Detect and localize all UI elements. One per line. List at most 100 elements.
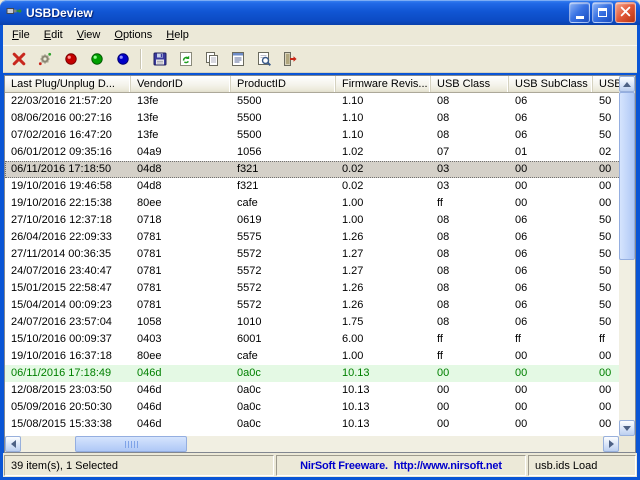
column-header[interactable]: ProductID bbox=[231, 76, 336, 92]
find-button[interactable] bbox=[251, 47, 276, 71]
table-cell: 1.10 bbox=[336, 93, 431, 110]
vertical-scrollbar[interactable] bbox=[619, 76, 635, 436]
column-header[interactable]: Last Plug/Unplug D... bbox=[5, 76, 131, 92]
properties-button[interactable] bbox=[225, 47, 250, 71]
arrow-left-icon bbox=[7, 440, 16, 448]
table-cell: 0a0c bbox=[231, 416, 336, 433]
table-row[interactable]: 19/10/2016 22:15:3880eecafe1.00ff0000 bbox=[5, 195, 619, 212]
window-title: USBDeview bbox=[26, 6, 565, 20]
blue-ball-button[interactable] bbox=[110, 47, 135, 71]
table-row[interactable]: 24/07/2016 23:57:04105810101.75080650 bbox=[5, 314, 619, 331]
menu-view[interactable]: View bbox=[70, 26, 108, 44]
table-cell: 08/06/2016 00:27:16 bbox=[5, 110, 131, 127]
red-ball-icon bbox=[63, 51, 79, 67]
table-cell: 15/01/2015 22:58:47 bbox=[5, 280, 131, 297]
table-cell: 80ee bbox=[131, 195, 231, 212]
menu-options[interactable]: Options bbox=[107, 26, 159, 44]
table-cell: 0781 bbox=[131, 246, 231, 263]
table-cell: 50 bbox=[593, 314, 619, 331]
refresh-button[interactable] bbox=[173, 47, 198, 71]
save-button[interactable] bbox=[147, 47, 172, 71]
table-row[interactable]: 19/10/2016 19:46:5804d8f3210.02030000 bbox=[5, 178, 619, 195]
uninstall-icon bbox=[11, 51, 27, 67]
table-cell: 00 bbox=[593, 178, 619, 195]
minimize-button[interactable] bbox=[569, 2, 590, 23]
table-cell: 12/08/2015 23:03:50 bbox=[5, 382, 131, 399]
close-button[interactable] bbox=[615, 2, 636, 23]
table-cell: 13fe bbox=[131, 127, 231, 144]
table-cell: 05/09/2016 20:50:30 bbox=[5, 399, 131, 416]
menu-help[interactable]: Help bbox=[159, 26, 196, 44]
disable-enable-button[interactable] bbox=[32, 47, 57, 71]
table-cell: 27/11/2014 00:36:35 bbox=[5, 246, 131, 263]
table-row[interactable]: 07/02/2016 16:47:2013fe55001.10080650 bbox=[5, 127, 619, 144]
nirsoft-link[interactable]: NirSoft Freeware. http://www.nirsoft.net bbox=[300, 460, 502, 472]
scroll-right-button[interactable] bbox=[603, 436, 619, 452]
table-row[interactable]: 26/04/2016 22:09:33078155751.26080650 bbox=[5, 229, 619, 246]
table-cell: 10.13 bbox=[336, 416, 431, 433]
column-header[interactable]: USB SubClass bbox=[509, 76, 593, 92]
table-cell: 08 bbox=[431, 212, 509, 229]
green-ball-button[interactable] bbox=[84, 47, 109, 71]
minimize-icon bbox=[576, 16, 584, 19]
table-cell: 046d bbox=[131, 399, 231, 416]
table-cell: 046d bbox=[131, 416, 231, 433]
table-cell: 0.02 bbox=[336, 161, 431, 178]
table-row[interactable]: 06/11/2016 17:18:49046d0a0c10.13000000 bbox=[5, 365, 619, 382]
table-cell: 03 bbox=[431, 178, 509, 195]
vertical-scroll-thumb[interactable] bbox=[619, 92, 635, 260]
table-row[interactable]: 08/06/2016 00:27:1613fe55001.10080650 bbox=[5, 110, 619, 127]
table-row[interactable]: 15/01/2015 22:58:47078155721.26080650 bbox=[5, 280, 619, 297]
table-cell: 00 bbox=[593, 365, 619, 382]
table-cell: 50 bbox=[593, 127, 619, 144]
table-row[interactable]: 15/04/2014 00:09:23078155721.26080650 bbox=[5, 297, 619, 314]
arrow-up-icon bbox=[623, 78, 631, 87]
copy-button[interactable] bbox=[199, 47, 224, 71]
column-header[interactable]: Firmware Revis... bbox=[336, 76, 431, 92]
column-header[interactable]: VendorID bbox=[131, 76, 231, 92]
window-controls bbox=[569, 2, 636, 23]
table-cell: 06/01/2012 09:35:16 bbox=[5, 144, 131, 161]
table-row[interactable]: 27/11/2014 00:36:35078155721.27080650 bbox=[5, 246, 619, 263]
table-row[interactable]: 15/10/2016 00:09:37040360016.00ffffff bbox=[5, 331, 619, 348]
status-nirsoft-panel: NirSoft Freeware. http://www.nirsoft.net bbox=[276, 455, 526, 476]
table-cell: cafe bbox=[231, 195, 336, 212]
table-row[interactable]: 05/09/2016 20:50:30046d0a0c10.13000000 bbox=[5, 399, 619, 416]
table-row[interactable]: 15/08/2015 15:33:38046d0a0c10.13000000 bbox=[5, 416, 619, 433]
title-bar[interactable]: USBDeview bbox=[0, 0, 640, 25]
menu-bar: FileEditViewOptionsHelp bbox=[3, 25, 637, 45]
horizontal-scroll-thumb[interactable] bbox=[75, 436, 187, 452]
table-cell: 50 bbox=[593, 263, 619, 280]
scroll-down-button[interactable] bbox=[619, 420, 635, 436]
table-cell: cafe bbox=[231, 348, 336, 365]
table-row[interactable]: 12/08/2015 23:03:50046d0a0c10.13000000 bbox=[5, 382, 619, 399]
table-cell: 1.00 bbox=[336, 348, 431, 365]
scroll-left-button[interactable] bbox=[5, 436, 21, 452]
table-cell: 06/11/2016 17:18:49 bbox=[5, 365, 131, 382]
table-row[interactable]: 22/03/2016 21:57:2013fe55001.10080650 bbox=[5, 93, 619, 110]
red-ball-button[interactable] bbox=[58, 47, 83, 71]
table-cell: 50 bbox=[593, 246, 619, 263]
table-cell: 00 bbox=[509, 365, 593, 382]
table-row[interactable]: 24/07/2016 23:40:47078155721.27080650 bbox=[5, 263, 619, 280]
menu-edit[interactable]: Edit bbox=[37, 26, 70, 44]
exit-button[interactable] bbox=[277, 47, 302, 71]
table-cell: 06 bbox=[509, 212, 593, 229]
table-cell: 1.26 bbox=[336, 297, 431, 314]
horizontal-scrollbar[interactable] bbox=[5, 436, 619, 452]
table-row[interactable]: 06/11/2016 17:18:5004d8f3210.02030000 bbox=[5, 161, 619, 178]
uninstall-button[interactable] bbox=[6, 47, 31, 71]
table-row[interactable]: 27/10/2016 12:37:18071806191.00080650 bbox=[5, 212, 619, 229]
table-row[interactable]: 19/10/2016 16:37:1880eecafe1.00ff0000 bbox=[5, 348, 619, 365]
maximize-button[interactable] bbox=[592, 2, 613, 23]
column-header[interactable]: USB... bbox=[593, 76, 619, 92]
thumb-grip bbox=[125, 441, 138, 448]
table-row[interactable]: 06/01/2012 09:35:1604a910561.02070102 bbox=[5, 144, 619, 161]
column-header[interactable]: USB Class bbox=[431, 76, 509, 92]
table-cell: 06 bbox=[509, 110, 593, 127]
scrollbar-corner bbox=[619, 436, 635, 452]
table-cell: 6.00 bbox=[336, 331, 431, 348]
menu-file[interactable]: File bbox=[5, 26, 37, 44]
scroll-up-button[interactable] bbox=[619, 76, 635, 92]
table-cell: 07 bbox=[431, 144, 509, 161]
